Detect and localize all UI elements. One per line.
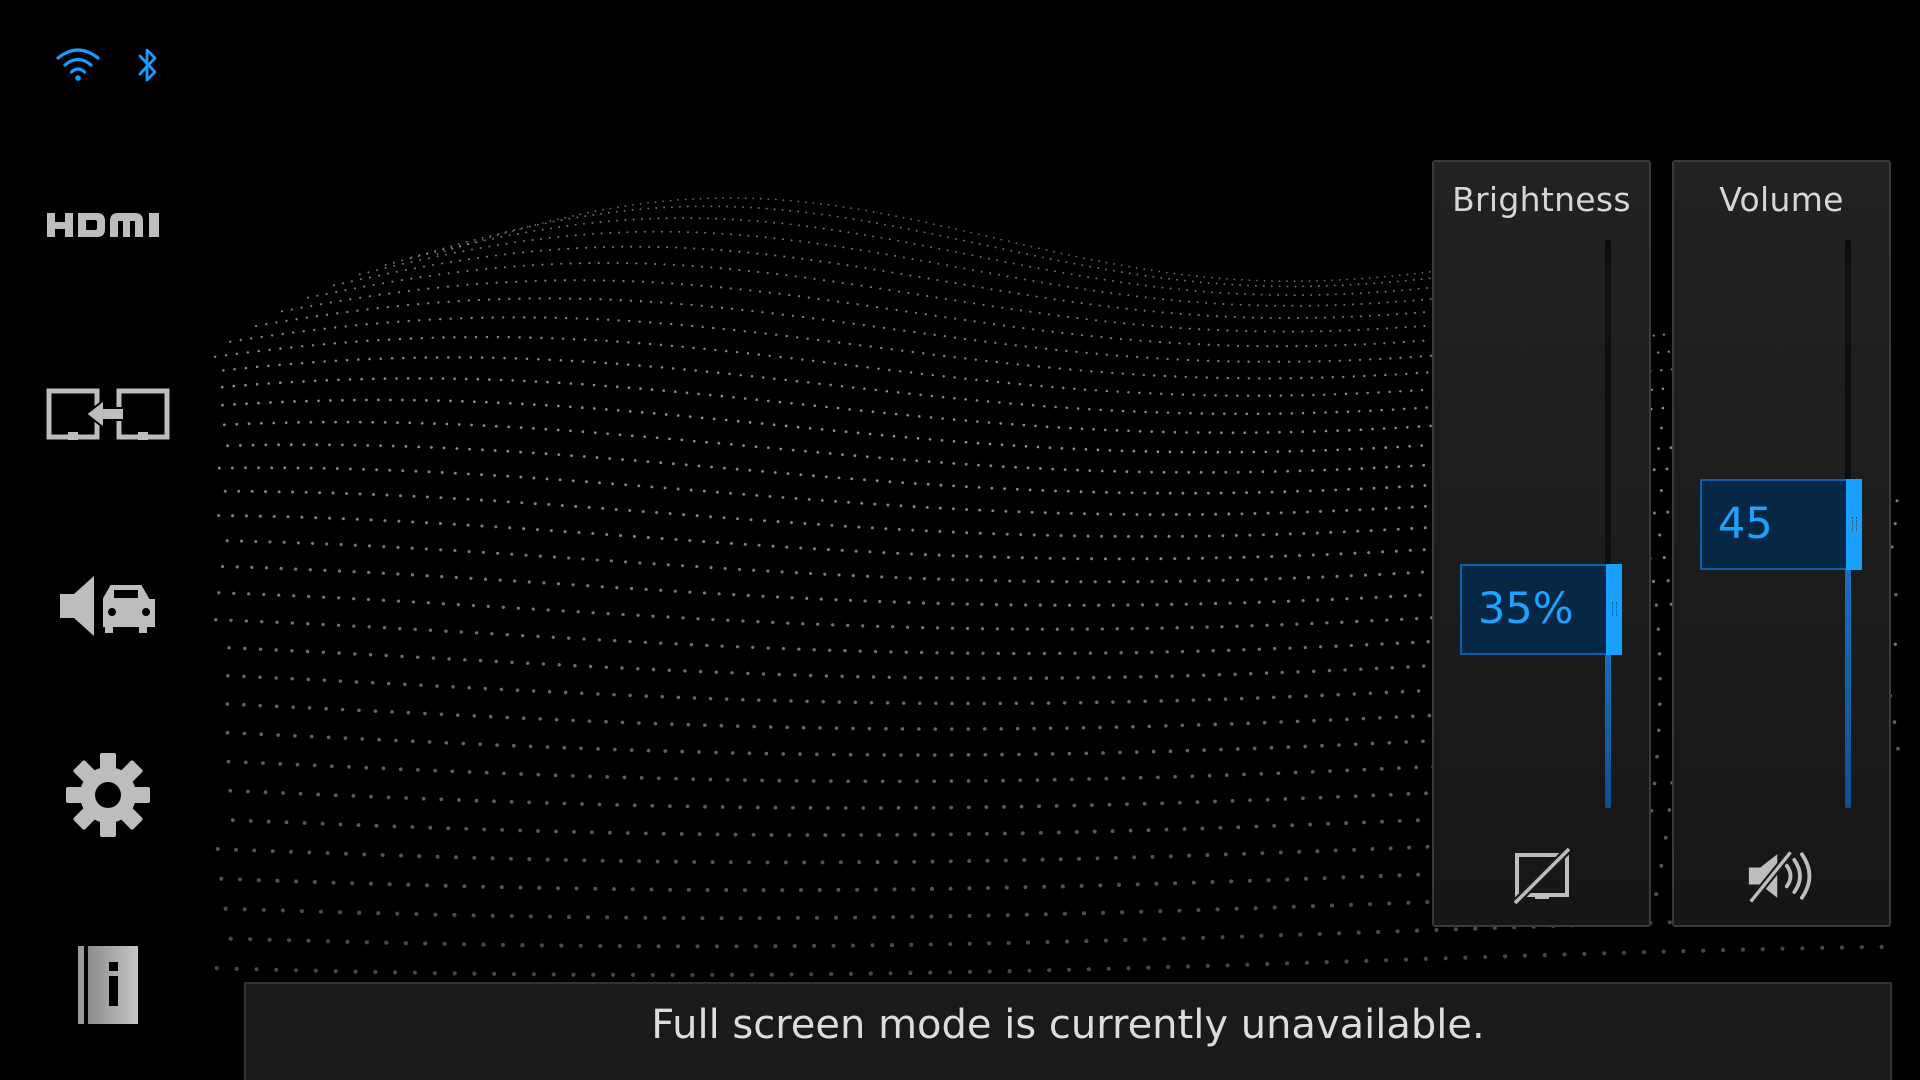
volume-title: Volume [1719, 180, 1844, 219]
car-audio-icon [59, 576, 157, 636]
brightness-thumb[interactable] [1606, 563, 1622, 655]
mute-button[interactable] [1747, 841, 1817, 911]
volume-value: 45 [1718, 498, 1773, 549]
display-off-button[interactable] [1507, 841, 1577, 911]
notification-text: Full screen mode is currently unavailabl… [651, 1002, 1485, 1048]
sidebar-item-hdmi[interactable] [30, 155, 185, 295]
sidebar-item-screen-swap[interactable] [30, 345, 185, 485]
hdmi-icon [46, 213, 159, 237]
volume-panel: Volume 45 [1672, 160, 1891, 927]
sidebar-item-car-audio[interactable] [30, 536, 185, 676]
brightness-slider-track[interactable] [1605, 240, 1611, 808]
brightness-title: Brightness [1452, 180, 1631, 219]
display-off-icon [1511, 847, 1572, 905]
sidebar-item-info[interactable] [30, 915, 185, 1055]
bluetooth-icon [134, 46, 162, 88]
brightness-slider-handle[interactable]: 35% [1460, 563, 1622, 655]
mute-icon [1747, 849, 1811, 904]
wifi-icon [54, 44, 102, 88]
brightness-value: 35% [1478, 583, 1574, 634]
brightness-panel: Brightness 35% [1432, 160, 1651, 927]
screen: Brightness 35% Volume 45 Full screen mod… [0, 0, 1920, 1080]
notification-bar: Full screen mode is currently unavailabl… [244, 982, 1892, 1080]
gear-icon [65, 753, 150, 837]
volume-thumb[interactable] [1846, 478, 1862, 570]
volume-slider-handle[interactable]: 45 [1700, 478, 1862, 570]
info-icon [77, 946, 138, 1024]
screen-swap-icon [46, 388, 169, 440]
sidebar-item-settings[interactable] [30, 725, 185, 865]
